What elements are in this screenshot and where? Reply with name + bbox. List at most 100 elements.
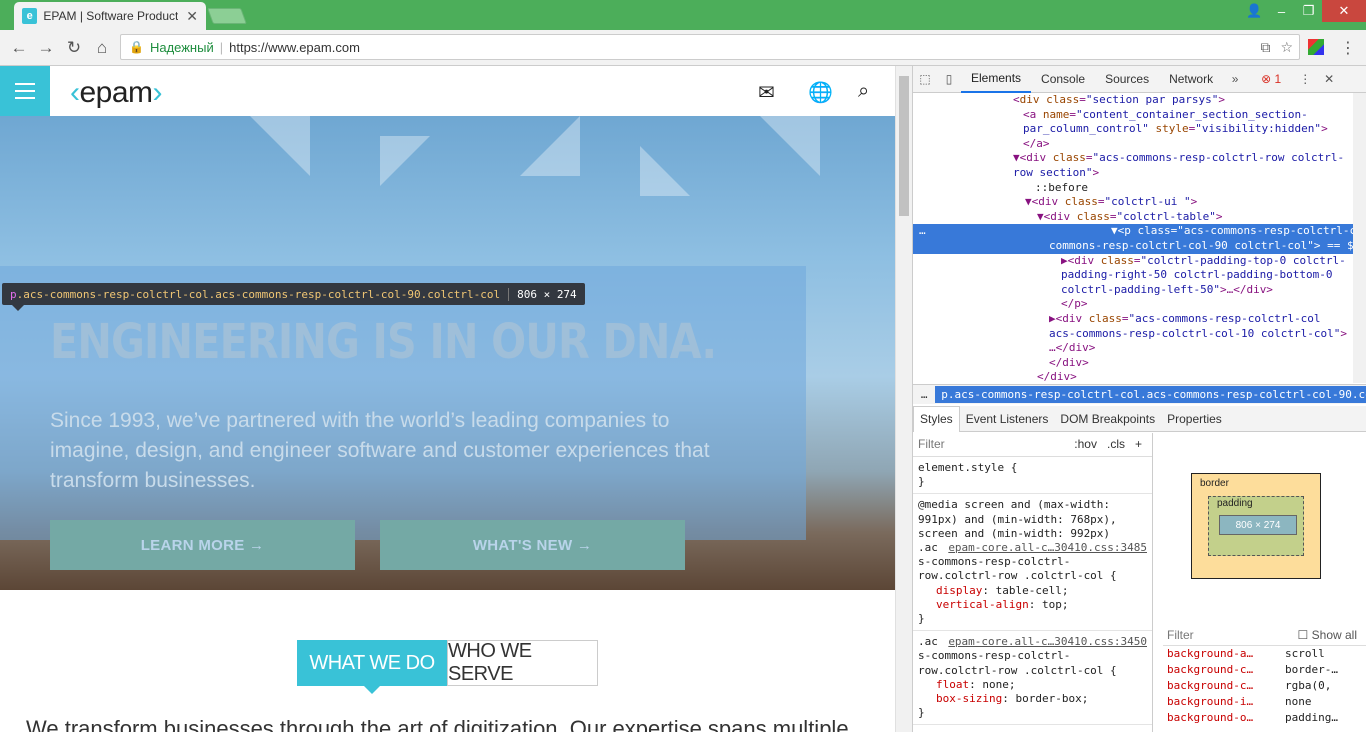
web-page: ‹epam› ✉ 🌐 ⌕ ENGINEERING IS IN OUR DNA. … xyxy=(0,66,895,732)
devtools-close-icon[interactable]: ✕ xyxy=(1317,72,1341,86)
mail-icon[interactable]: ✉ xyxy=(758,80,775,105)
user-profile-icon[interactable]: 👤 xyxy=(1241,0,1268,22)
tab-sources[interactable]: Sources xyxy=(1095,66,1159,93)
stylesheet-link[interactable]: epam-core.all-c…30410.css:3450 xyxy=(948,635,1147,649)
dom-node-selected[interactable]: commons-resp-colctrl-col-90 colctrl-col"… xyxy=(913,238,1353,254)
section-tabs: WHAT WE DO WHO WE SERVE xyxy=(297,640,598,694)
window-controls: 👤 – ❐ ✕ xyxy=(1241,0,1366,22)
dom-node[interactable]: </a> xyxy=(913,137,1353,152)
styles-filter-input[interactable]: Filter xyxy=(918,437,1074,451)
dom-node[interactable]: ::before xyxy=(913,181,1353,196)
dom-node[interactable]: …</div> xyxy=(913,341,1353,356)
element-tooltip: p .acs-commons-resp-colctrl-col.acs-commo… xyxy=(2,283,585,305)
dom-node[interactable]: ▶<div class="acs-commons-resp-colctrl-co… xyxy=(913,312,1353,327)
browser-toolbar: ← → ↻ ⌂ 🔒 Надежный | https://www.epam.co… xyxy=(0,30,1366,66)
dom-node[interactable]: ▶<div class="colctrl-padding-top-0 colct… xyxy=(913,254,1353,269)
tab-styles[interactable]: Styles xyxy=(913,405,960,432)
computed-filter[interactable]: Filter ☐ Show all xyxy=(1163,624,1366,646)
error-badge[interactable]: ⊗ 1 xyxy=(1261,72,1281,86)
translate-icon[interactable]: ⧉ xyxy=(1260,39,1270,56)
forward-icon[interactable]: → xyxy=(35,37,57,59)
back-icon[interactable]: ← xyxy=(8,37,30,59)
dom-node[interactable]: acs-commons-resp-colctrl-col-10 colctrl-… xyxy=(913,327,1353,342)
tab-network[interactable]: Network xyxy=(1159,66,1223,93)
epam-logo[interactable]: ‹epam› xyxy=(70,76,163,110)
dom-scrollbar[interactable] xyxy=(1353,93,1366,383)
reload-icon[interactable]: ↻ xyxy=(63,37,85,59)
dom-node[interactable]: </p> xyxy=(913,297,1353,312)
devtools-menu-icon[interactable]: ⋮ xyxy=(1293,72,1317,86)
page-scrollbar[interactable] xyxy=(895,66,912,732)
tab-event-listeners[interactable]: Event Listeners xyxy=(960,406,1055,432)
dom-node-selected[interactable]: … ▼<p class="acs-commons-resp-colctrl-co… xyxy=(913,224,1353,239)
whats-new-button[interactable]: WHAT'S NEW → xyxy=(380,520,685,570)
breadcrumb-selected[interactable]: p.acs-commons-resp-colctrl-col.acs-commo… xyxy=(935,386,1366,403)
stylesheet-link[interactable]: epam-core.all-c…30410.css:3485 xyxy=(948,541,1147,555)
computed-row[interactable]: background-c… border-… xyxy=(1163,662,1366,678)
computed-styles: Filter ☐ Show all background-a… scroll ba… xyxy=(1163,624,1366,732)
decor-triangle xyxy=(760,116,820,176)
page-scroll-thumb[interactable] xyxy=(899,76,909,216)
dom-node[interactable]: ▼<div class="colctrl-ui "> xyxy=(913,195,1353,210)
device-toggle-icon[interactable]: ▯ xyxy=(937,72,961,86)
restore-icon[interactable]: ❐ xyxy=(1295,0,1322,22)
computed-row[interactable]: background-o… padding… xyxy=(1163,710,1366,726)
computed-row[interactable]: background-i… none xyxy=(1163,694,1366,710)
dom-node[interactable]: padding-right-50 colctrl-padding-bottom-… xyxy=(913,268,1353,283)
tab-dom-breakpoints[interactable]: DOM Breakpoints xyxy=(1054,406,1161,432)
computed-row[interactable]: background-a… scroll xyxy=(1163,646,1366,662)
devtools-tabbar: ⬚ ▯ Elements Console Sources Network » ⊗… xyxy=(913,66,1366,93)
computed-row[interactable]: background-c… rgba(0, xyxy=(1163,678,1366,694)
computed-name: background-a… xyxy=(1167,647,1254,660)
styles-pane: Filter :hov .cls + element.style {} @med… xyxy=(913,433,1153,732)
dom-node[interactable]: colctrl-padding-left-50">…</div> xyxy=(913,283,1353,298)
window-close-icon[interactable]: ✕ xyxy=(1322,0,1366,22)
url-text: https://www.epam.com xyxy=(229,39,360,55)
box-model-content: 806 × 274 xyxy=(1219,515,1297,535)
computed-filter-input[interactable]: Filter xyxy=(1167,627,1194,643)
inspect-element-icon[interactable]: ⬚ xyxy=(913,72,937,86)
add-rule-icon[interactable]: + xyxy=(1135,437,1142,451)
new-tab-button[interactable] xyxy=(207,8,247,24)
decor-triangle xyxy=(250,116,310,176)
tab-elements[interactable]: Elements xyxy=(961,66,1032,93)
tooltip-classes: .acs-commons-resp-colctrl-col.acs-common… xyxy=(16,287,501,301)
browser-menu-icon[interactable]: ⋮ xyxy=(1340,38,1356,58)
browser-tab[interactable]: e EPAM | Software Product ✕ xyxy=(14,2,206,30)
hov-toggle[interactable]: :hov xyxy=(1074,437,1097,451)
bookmark-star-icon[interactable]: ☆ xyxy=(1280,39,1293,56)
dom-node[interactable]: ▼<div class="acs-commons-resp-colctrl-ro… xyxy=(913,151,1353,166)
dom-node[interactable]: row section"> xyxy=(913,166,1353,181)
dom-node[interactable]: </div> xyxy=(913,370,1353,383)
hero-text: Since 1993, we’ve partnered with the wor… xyxy=(50,409,710,492)
breadcrumb-more[interactable]: … xyxy=(913,388,935,401)
tab-close-icon[interactable]: ✕ xyxy=(186,8,198,25)
dom-node[interactable]: par_column_control" style="visibility:hi… xyxy=(913,122,1353,137)
tab-what-we-do[interactable]: WHAT WE DO xyxy=(297,640,447,694)
dom-node[interactable]: ▼<div class="colctrl-table"> xyxy=(913,210,1353,225)
hamburger-menu-icon[interactable] xyxy=(0,66,50,116)
cls-toggle[interactable]: .cls xyxy=(1107,437,1125,451)
extension-icon[interactable] xyxy=(1308,39,1324,55)
more-tabs-icon[interactable]: » xyxy=(1223,72,1247,86)
styles-filter[interactable]: Filter :hov .cls + xyxy=(913,433,1152,457)
minimize-icon[interactable]: – xyxy=(1268,0,1295,22)
show-all-checkbox[interactable]: ☐ Show all xyxy=(1298,627,1357,643)
search-icon[interactable]: ⌕ xyxy=(858,80,869,103)
omnibox-actions: ⧉ ☆ xyxy=(1260,39,1293,56)
hero-title: ENGINEERING IS IN OUR DNA. xyxy=(50,314,717,370)
globe-icon[interactable]: 🌐 xyxy=(808,80,833,105)
tab-title: EPAM | Software Product xyxy=(43,9,179,23)
tab-console[interactable]: Console xyxy=(1031,66,1095,93)
box-padding-label: padding xyxy=(1217,498,1253,509)
dom-node[interactable]: </div> xyxy=(913,356,1353,371)
dom-node[interactable]: <div class="section par parsys"> xyxy=(913,93,1353,108)
tab-who-we-serve[interactable]: WHO WE SERVE xyxy=(447,640,598,686)
devtools-panel: ⬚ ▯ Elements Console Sources Network » ⊗… xyxy=(912,66,1366,732)
secure-label: Надежный xyxy=(149,39,214,55)
address-bar[interactable]: 🔒 Надежный | https://www.epam.com ⧉ ☆ xyxy=(120,34,1300,60)
learn-more-button[interactable]: LEARN MORE → xyxy=(50,520,355,570)
tab-properties[interactable]: Properties xyxy=(1161,406,1228,432)
dom-node[interactable]: <a name="content_container_section_secti… xyxy=(913,108,1353,123)
home-icon[interactable]: ⌂ xyxy=(91,37,113,59)
